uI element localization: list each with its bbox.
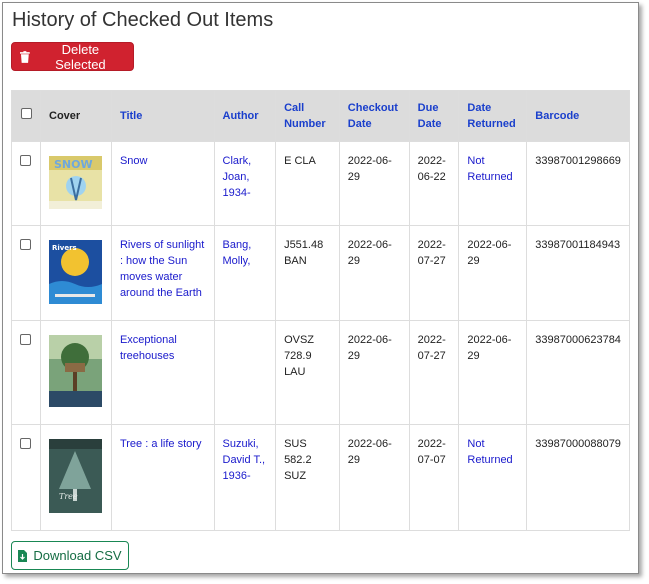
- svg-text:Rivers: Rivers: [52, 244, 77, 252]
- header-title[interactable]: Title: [110, 90, 215, 142]
- title-link[interactable]: Tree : a life story: [120, 438, 202, 450]
- author-cell: [213, 320, 277, 425]
- delete-selected-label: Delete Selected: [55, 41, 106, 72]
- author-link[interactable]: Clark, Joan, 1934-: [223, 155, 252, 199]
- title-cell: Rivers of sunlight : how the Sun moves w…: [110, 225, 215, 321]
- due-date-cell: 2022-07-07: [408, 424, 460, 531]
- cover-cell: Tree: [40, 424, 112, 531]
- row-select-cell: [11, 424, 41, 531]
- rivers-book-cover-icon: Rivers: [49, 240, 102, 304]
- cover-cell: SNOW: [40, 141, 112, 226]
- header-barcode[interactable]: Barcode: [526, 90, 630, 142]
- treehouse-book-cover-icon: [49, 335, 102, 407]
- header-author[interactable]: Author: [213, 90, 277, 142]
- row-select-cell: [11, 320, 41, 425]
- barcode-cell: 33987000623784: [526, 320, 630, 425]
- trash-icon: [20, 50, 30, 63]
- author-cell: Bang, Molly,: [213, 225, 277, 321]
- header-checkout-date[interactable]: Checkout Date: [338, 90, 410, 142]
- date-returned-cell: 2022-06-29: [458, 225, 528, 321]
- svg-text:Tree: Tree: [59, 492, 78, 501]
- delete-selected-button[interactable]: Delete Selected: [11, 41, 134, 72]
- call-number-cell: SUS 582.2 SUZ: [275, 424, 340, 531]
- checkout-date-cell: 2022-06-29: [338, 141, 410, 226]
- history-table: Cover Title Author Call Number Checkout …: [11, 90, 630, 531]
- title-link[interactable]: Rivers of sunlight : how the Sun moves w…: [120, 239, 204, 299]
- row-checkbox[interactable]: [20, 334, 31, 345]
- header-date-returned[interactable]: Date Returned: [458, 90, 528, 142]
- page-title: History of Checked Out Items: [12, 9, 274, 31]
- due-date-cell: 2022-06-22: [408, 141, 460, 226]
- title-cell: Tree : a life story: [110, 424, 215, 531]
- row-select-cell: [11, 225, 41, 321]
- row-checkbox[interactable]: [20, 155, 31, 166]
- checkout-history-panel: History of Checked Out Items Delete Sele…: [2, 2, 639, 574]
- svg-text:SNOW: SNOW: [54, 158, 93, 171]
- table-row: SNOW Snow Clark, Joan, 1934- E CLA 2022-…: [11, 141, 630, 226]
- table-row: Rivers Rivers of sunlight : how the Sun …: [11, 225, 630, 321]
- author-cell: Suzuki, David T., 1936-: [213, 424, 277, 531]
- call-number-cell: E CLA: [275, 141, 340, 226]
- not-returned-link[interactable]: Not Returned: [467, 438, 512, 466]
- select-all-cell: [11, 90, 41, 142]
- download-csv-label: Download CSV: [33, 548, 122, 563]
- tree-book-cover-icon: Tree: [49, 439, 102, 513]
- due-date-cell: 2022-07-27: [408, 320, 460, 425]
- date-returned-cell: Not Returned: [458, 141, 528, 226]
- not-returned-link[interactable]: Not Returned: [467, 155, 512, 183]
- title-cell: Snow: [110, 141, 215, 226]
- cover-cell: Rivers: [40, 225, 112, 321]
- checkout-date-cell: 2022-06-29: [338, 424, 410, 531]
- header-due-date[interactable]: Due Date: [408, 90, 460, 142]
- table-row: Exceptional treehouses OVSZ 728.9 LAU 20…: [11, 320, 630, 425]
- header-call-number[interactable]: Call Number: [275, 90, 340, 142]
- author-link[interactable]: Suzuki, David T., 1936-: [223, 438, 266, 482]
- checkout-date-cell: 2022-06-29: [338, 225, 410, 321]
- table-header-row: Cover Title Author Call Number Checkout …: [11, 90, 630, 142]
- row-select-cell: [11, 141, 41, 226]
- barcode-cell: 33987000088079: [526, 424, 630, 531]
- due-date-cell: 2022-07-27: [408, 225, 460, 321]
- row-checkbox[interactable]: [20, 239, 31, 250]
- barcode-cell: 33987001298669: [526, 141, 630, 226]
- title-link[interactable]: Exceptional treehouses: [120, 334, 177, 362]
- table-row: Tree Tree : a life story Suzuki, David T…: [11, 424, 630, 531]
- date-returned-cell: 2022-06-29: [458, 320, 528, 425]
- title-cell: Exceptional treehouses: [110, 320, 215, 425]
- author-cell: Clark, Joan, 1934-: [213, 141, 277, 226]
- checkout-date-cell: 2022-06-29: [338, 320, 410, 425]
- row-checkbox[interactable]: [20, 438, 31, 449]
- call-number-cell: OVSZ 728.9 LAU: [275, 320, 340, 425]
- title-link[interactable]: Snow: [120, 155, 148, 167]
- select-all-checkbox[interactable]: [21, 108, 32, 119]
- snow-book-cover-icon: SNOW: [49, 156, 102, 209]
- call-number-cell: J551.48 BAN: [275, 225, 340, 321]
- barcode-cell: 33987001184943: [526, 225, 630, 321]
- file-download-icon: [18, 549, 28, 562]
- cover-cell: [40, 320, 112, 425]
- download-csv-button[interactable]: Download CSV: [11, 541, 129, 570]
- date-returned-cell: Not Returned: [458, 424, 528, 531]
- author-link[interactable]: Bang, Molly,: [223, 239, 252, 267]
- header-cover: Cover: [40, 90, 112, 142]
